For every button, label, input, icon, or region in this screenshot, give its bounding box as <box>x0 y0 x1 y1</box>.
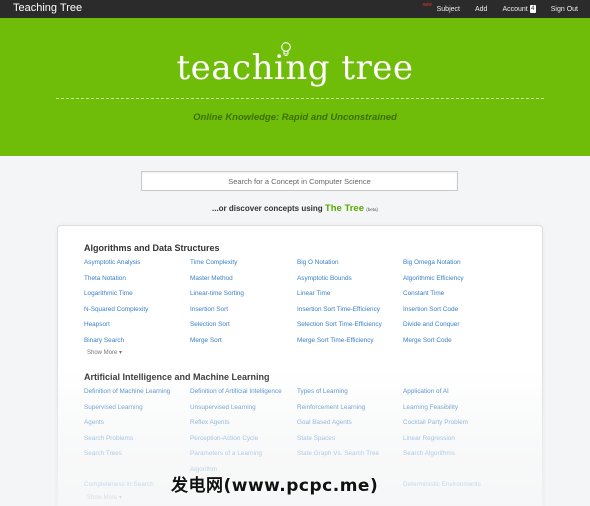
concept-link[interactable]: Search Algorithms <box>403 450 455 457</box>
concept-link[interactable]: Heapsort <box>84 321 110 328</box>
hero-tagline: Online Knowledge: Rapid and Unconstraine… <box>193 112 397 123</box>
new-badge: new <box>422 1 432 8</box>
concept-link[interactable]: Selection Sort Time-Efficiency <box>297 321 382 328</box>
nav-signout[interactable]: Sign Out <box>551 6 578 13</box>
concept-link[interactable]: Logarithmic Time <box>84 290 133 297</box>
concept-link[interactable]: Master Method <box>190 275 233 282</box>
concept-link[interactable]: Asymptotic Bounds <box>297 275 352 282</box>
hero-divider <box>56 98 544 99</box>
the-tree-link[interactable]: The Tree <box>325 203 364 214</box>
hero-banner: teaching tree Online Knowledge: Rapid an… <box>0 18 590 156</box>
concept-link[interactable]: Linear-time Sorting <box>190 290 244 297</box>
concept-link[interactable]: Insertion Sort <box>190 306 228 313</box>
concept-link[interactable]: State Spaces <box>297 435 335 442</box>
concept-link[interactable]: Merge Sort Time-Efficiency <box>297 337 374 344</box>
concept-link[interactable]: Insertion Sort Time-Efficiency <box>297 306 380 313</box>
concept-link[interactable]: Time Complexity <box>190 259 237 266</box>
concept-search-input[interactable] <box>141 171 458 191</box>
concept-link[interactable]: Selection Sort <box>190 321 230 328</box>
concept-link[interactable]: Merge Sort Code <box>403 337 452 344</box>
concept-link[interactable]: Definition of Machine Learning <box>84 388 170 395</box>
beta-label: (beta) <box>366 207 378 212</box>
concept-link[interactable]: Big Omega Notation <box>403 259 461 266</box>
concept-link[interactable]: N-Squared Complexity <box>84 306 148 313</box>
concept-link[interactable]: Goal Based Agents <box>297 419 352 426</box>
discover-prefix: ...or discover concepts using <box>211 204 323 213</box>
category-title[interactable]: Artificial Intelligence and Machine Lear… <box>84 372 270 382</box>
watermark-text: 发电网(www.pcpc.me) <box>171 476 379 496</box>
nav-add-label: Add <box>474 5 488 13</box>
concept-link[interactable]: Completeness in Search <box>84 481 154 488</box>
category-title[interactable]: Algorithms and Data Structures <box>84 243 220 253</box>
concept-link[interactable]: Search Problems <box>84 435 133 442</box>
concept-link[interactable]: Insertion Sort Code <box>403 306 458 313</box>
nav-signout-label: Sign Out <box>550 5 578 13</box>
show-more-button[interactable]: Show More ▾ <box>87 349 122 356</box>
concept-link[interactable]: Parameters of a Learning <box>190 450 262 457</box>
concept-link[interactable]: Linear Regression <box>403 435 455 442</box>
nav-subject[interactable]: new Subject <box>423 2 460 13</box>
nav-account-label: Account <box>502 5 528 13</box>
discover-line: ...or discover concepts using The Tree (… <box>0 203 590 214</box>
concept-link[interactable]: Cocktail Party Problem <box>403 419 468 426</box>
nav-add[interactable]: Add <box>475 6 487 13</box>
concept-link[interactable]: Algorithmic Efficiency <box>403 275 464 282</box>
concept-link[interactable]: Theta Notation <box>84 275 126 282</box>
concept-link[interactable]: Linear Time <box>297 290 330 297</box>
concept-link[interactable]: Agents <box>84 419 104 426</box>
concept-link[interactable]: Reinforcement Learning <box>297 404 365 411</box>
concept-link[interactable]: Unsupervised Learning <box>190 404 256 411</box>
concept-link[interactable]: Merge Sort <box>190 337 222 344</box>
concept-link[interactable]: Supervised Learning <box>84 404 143 411</box>
nav-subject-label: Subject <box>436 5 460 13</box>
concept-link[interactable]: Definition of Artificial Intelligence <box>190 388 282 395</box>
concept-link[interactable]: Search Trees <box>84 450 122 457</box>
concept-link[interactable]: Application of AI <box>403 388 449 395</box>
hero-title: teaching tree <box>176 48 414 88</box>
concept-link[interactable]: Constant Time <box>403 290 444 297</box>
concept-link[interactable]: Deterministic Environments <box>403 481 481 488</box>
concept-link[interactable]: Reflex Agents <box>190 419 229 426</box>
concept-link[interactable]: Asymptotic Analysis <box>84 259 140 266</box>
show-more-button[interactable]: Show More ▾ <box>87 494 122 501</box>
concept-link[interactable]: Perception-Action Cycle <box>190 435 258 442</box>
categories-panel: Algorithms and Data Structures Asymptotic… <box>57 225 543 506</box>
top-navbar: Teaching Tree new Subject Add Account 4 … <box>0 0 590 18</box>
nav-menu: new Subject Add Account 4 Sign Out <box>422 0 578 18</box>
concept-link[interactable]: Binary Search <box>84 337 124 344</box>
concept-link[interactable]: Big O Notation <box>297 259 339 266</box>
concept-link[interactable]: State Graph Vs. Search Tree <box>297 450 379 457</box>
concept-link[interactable]: Types of Learning <box>297 388 348 395</box>
concept-link[interactable]: Learning Feasibility <box>403 404 458 411</box>
concept-link[interactable]: Divide and Conquer <box>403 321 460 328</box>
account-count-badge: 4 <box>529 5 536 13</box>
brand-logo[interactable]: Teaching Tree <box>13 2 82 14</box>
nav-account[interactable]: Account 4 <box>502 5 536 13</box>
